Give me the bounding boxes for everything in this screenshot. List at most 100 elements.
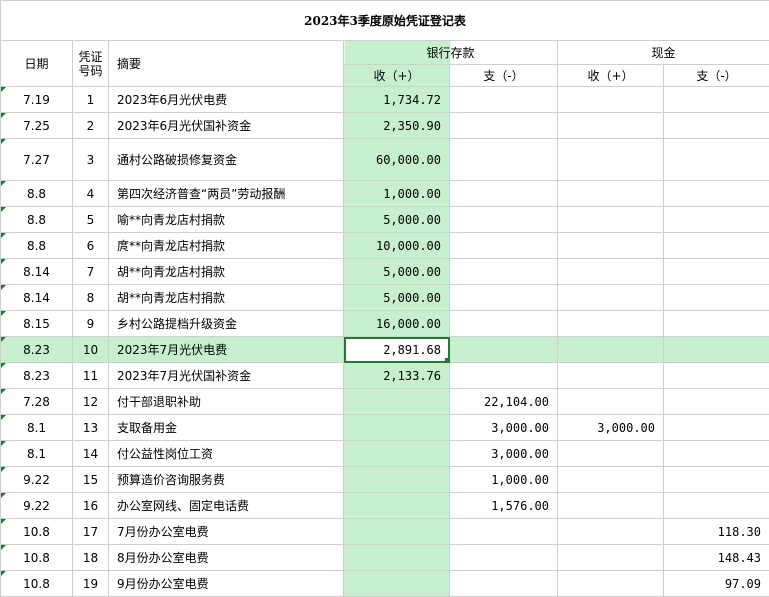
header-date[interactable]: 日期	[1, 41, 73, 87]
cell-cash-expense[interactable]	[664, 139, 769, 181]
cell-cash-expense[interactable]	[664, 259, 769, 285]
cell-summary[interactable]: 8月份办公室电费	[109, 545, 344, 571]
cell-date[interactable]: 7.28	[1, 389, 73, 415]
cell-voucher-no[interactable]: 14	[73, 441, 109, 467]
cell-bank-income[interactable]: 10,000.00	[344, 233, 450, 259]
cell-cash-income[interactable]	[558, 87, 664, 113]
cell-summary[interactable]: 第四次经济普查“两员”劳动报酬	[109, 181, 344, 207]
cell-cash-income[interactable]	[558, 441, 664, 467]
cell-date[interactable]: 8.8	[1, 181, 73, 207]
cell-summary[interactable]: 7月份办公室电费	[109, 519, 344, 545]
header-bank-expense[interactable]: 支（-）	[450, 65, 558, 87]
cell-bank-expense[interactable]	[450, 363, 558, 389]
cell-voucher-no[interactable]: 18	[73, 545, 109, 571]
cell-cash-income[interactable]	[558, 571, 664, 597]
cell-bank-income[interactable]: 2,350.90	[344, 113, 450, 139]
cell-cash-expense[interactable]	[664, 493, 769, 519]
cell-cash-income[interactable]	[558, 233, 664, 259]
cell-date[interactable]: 8.8	[1, 207, 73, 233]
cell-cash-expense[interactable]	[664, 233, 769, 259]
cell-voucher-no[interactable]: 16	[73, 493, 109, 519]
cell-cash-expense[interactable]	[664, 311, 769, 337]
cell-date[interactable]: 7.27	[1, 139, 73, 181]
cell-date[interactable]: 8.15	[1, 311, 73, 337]
cell-summary[interactable]: 2023年7月光伏国补资金	[109, 363, 344, 389]
cell-cash-income[interactable]	[558, 285, 664, 311]
cell-date[interactable]: 8.14	[1, 259, 73, 285]
cell-cash-income[interactable]: 3,000.00	[558, 415, 664, 441]
cell-summary[interactable]: 付干部退职补助	[109, 389, 344, 415]
cell-bank-expense[interactable]	[450, 207, 558, 233]
cell-bank-expense[interactable]	[450, 311, 558, 337]
cell-voucher-no[interactable]: 10	[73, 337, 109, 363]
cell-cash-income[interactable]	[558, 363, 664, 389]
cell-date[interactable]: 10.8	[1, 571, 73, 597]
cell-bank-expense[interactable]	[450, 285, 558, 311]
header-cash-income[interactable]: 收（+）	[558, 65, 664, 87]
cell-cash-expense[interactable]	[664, 113, 769, 139]
cell-date[interactable]: 9.22	[1, 467, 73, 493]
cell-bank-income[interactable]	[344, 519, 450, 545]
cell-cash-expense[interactable]	[664, 285, 769, 311]
cell-voucher-no[interactable]: 9	[73, 311, 109, 337]
cell-summary[interactable]: 2023年6月光伏国补资金	[109, 113, 344, 139]
cell-bank-income[interactable]	[344, 415, 450, 441]
cell-cash-expense[interactable]	[664, 207, 769, 233]
header-cash[interactable]: 现金	[558, 41, 769, 65]
cell-date[interactable]: 8.14	[1, 285, 73, 311]
cell-summary[interactable]: 胡**向青龙店村捐款	[109, 259, 344, 285]
cell-bank-expense[interactable]	[450, 259, 558, 285]
cell-bank-income[interactable]	[344, 493, 450, 519]
cell-cash-income[interactable]	[558, 259, 664, 285]
sheet-title[interactable]: 2023年3季度原始凭证登记表	[1, 1, 769, 41]
cell-cash-income[interactable]	[558, 207, 664, 233]
cell-cash-income[interactable]	[558, 389, 664, 415]
cell-bank-expense[interactable]	[450, 181, 558, 207]
cell-cash-income[interactable]	[558, 181, 664, 207]
cell-bank-income[interactable]: 1,000.00	[344, 181, 450, 207]
cell-bank-income[interactable]: 2,133.76	[344, 363, 450, 389]
cell-cash-income[interactable]	[558, 311, 664, 337]
cell-date[interactable]: 10.8	[1, 545, 73, 571]
cell-voucher-no[interactable]: 5	[73, 207, 109, 233]
cell-date[interactable]: 8.23	[1, 363, 73, 389]
cell-bank-expense[interactable]	[450, 545, 558, 571]
cell-bank-expense[interactable]: 1,000.00	[450, 467, 558, 493]
cell-bank-income[interactable]	[344, 389, 450, 415]
cell-cash-expense[interactable]	[664, 467, 769, 493]
header-bank[interactable]: 银行存款	[344, 41, 558, 65]
cell-bank-expense[interactable]: 3,000.00	[450, 415, 558, 441]
cell-summary[interactable]: 2023年6月光伏电费	[109, 87, 344, 113]
cell-voucher-no[interactable]: 19	[73, 571, 109, 597]
cell-voucher-no[interactable]: 15	[73, 467, 109, 493]
cell-cash-expense[interactable]	[664, 415, 769, 441]
cell-cash-expense[interactable]	[664, 389, 769, 415]
cell-cash-income[interactable]	[558, 493, 664, 519]
header-bank-income[interactable]: 收（+）	[344, 65, 450, 87]
cell-summary[interactable]: 乡村公路提档升级资金	[109, 311, 344, 337]
cell-summary[interactable]: 预算造价咨询服务费	[109, 467, 344, 493]
cell-date[interactable]: 10.8	[1, 519, 73, 545]
cell-summary[interactable]: 办公室网线、固定电话费	[109, 493, 344, 519]
cell-bank-expense[interactable]: 3,000.00	[450, 441, 558, 467]
cell-voucher-no[interactable]: 3	[73, 139, 109, 181]
cell-voucher-no[interactable]: 11	[73, 363, 109, 389]
header-cash-expense[interactable]: 支（-）	[664, 65, 769, 87]
cell-bank-expense[interactable]: 1,576.00	[450, 493, 558, 519]
cell-bank-income[interactable]: 1,734.72	[344, 87, 450, 113]
cell-bank-income[interactable]: 5,000.00	[344, 259, 450, 285]
cell-cash-expense[interactable]	[664, 363, 769, 389]
cell-bank-expense[interactable]	[450, 113, 558, 139]
cell-summary[interactable]: 通村公路破损修复资金	[109, 139, 344, 181]
cell-bank-expense[interactable]	[450, 337, 558, 363]
cell-bank-expense[interactable]	[450, 139, 558, 181]
cell-cash-expense[interactable]	[664, 87, 769, 113]
cell-summary[interactable]: 9月份办公室电费	[109, 571, 344, 597]
cell-bank-expense[interactable]	[450, 571, 558, 597]
cell-voucher-no[interactable]: 17	[73, 519, 109, 545]
cell-bank-income[interactable]: 5,000.00	[344, 207, 450, 233]
cell-voucher-no[interactable]: 13	[73, 415, 109, 441]
cell-cash-income[interactable]	[558, 337, 664, 363]
cell-cash-income[interactable]	[558, 545, 664, 571]
cell-bank-expense[interactable]	[450, 233, 558, 259]
